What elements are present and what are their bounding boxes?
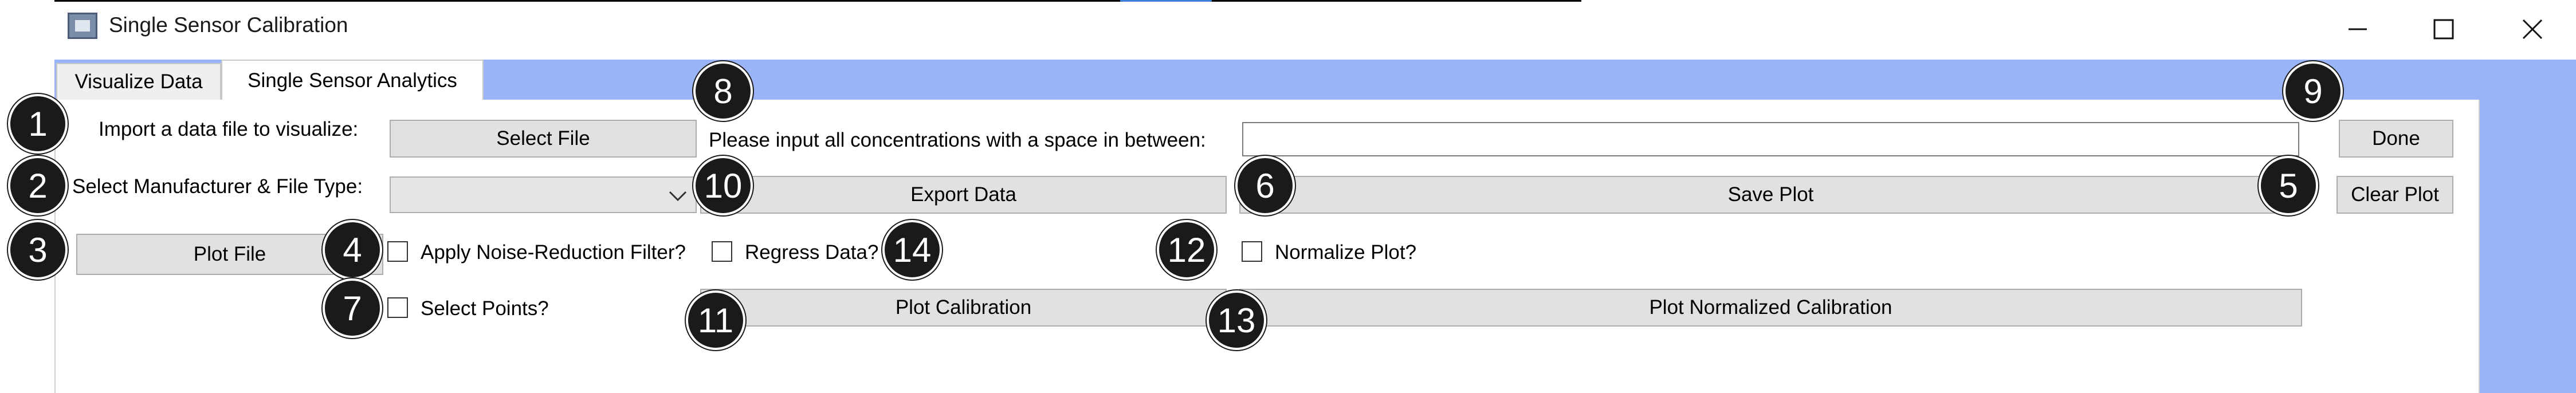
select-file-button[interactable]: Select File — [390, 120, 697, 158]
badge-7: 7 — [323, 278, 382, 338]
manufacturer-label: Select Manufacturer & File Type: — [72, 175, 363, 198]
badge-2: 2 — [8, 156, 68, 215]
noise-reduction-label: Apply Noise-Reduction Filter? — [421, 241, 686, 264]
right-background — [2480, 100, 2576, 393]
app-window-icon — [68, 13, 97, 39]
title-bar — [0, 2, 2576, 59]
manufacturer-select[interactable] — [390, 176, 697, 213]
plot-normalized-calibration-button[interactable]: Plot Normalized Calibration — [1239, 289, 2302, 327]
top-border-accent — [1120, 0, 1212, 2]
clear-plot-button[interactable]: Clear Plot — [2337, 176, 2453, 214]
minimize-icon — [2349, 28, 2367, 30]
regress-data-checkbox[interactable] — [712, 241, 732, 262]
top-border — [54, 0, 1581, 2]
badge-6: 6 — [1235, 156, 1295, 215]
badge-12: 12 — [1157, 220, 1216, 280]
close-button[interactable] — [2495, 6, 2570, 53]
tab-single-sensor-analytics[interactable]: Single Sensor Analytics — [221, 60, 484, 101]
concentrations-input[interactable] — [1242, 122, 2299, 156]
badge-4: 4 — [323, 220, 382, 280]
badge-9: 9 — [2283, 61, 2343, 121]
select-points-label: Select Points? — [421, 297, 549, 320]
regress-data-label: Regress Data? — [745, 241, 879, 264]
save-plot-button[interactable]: Save Plot — [1239, 176, 2302, 214]
import-file-label: Import a data file to visualize: — [99, 118, 359, 140]
badge-1: 1 — [8, 94, 68, 154]
close-icon — [2522, 19, 2543, 40]
select-points-checkbox[interactable] — [387, 297, 408, 318]
badge-3: 3 — [8, 220, 68, 280]
tab-visualize-data[interactable]: Visualize Data — [56, 63, 221, 101]
concentrations-label: Please input all concentrations with a s… — [709, 129, 1206, 151]
badge-5: 5 — [2259, 156, 2318, 215]
badge-10: 10 — [693, 156, 753, 215]
normalize-plot-checkbox[interactable] — [1242, 241, 1262, 262]
chevron-down-icon — [669, 191, 687, 202]
badge-13: 13 — [1207, 290, 1266, 350]
maximize-icon — [2433, 19, 2454, 40]
export-data-button[interactable]: Export Data — [700, 176, 1227, 214]
window-title: Single Sensor Calibration — [109, 13, 348, 37]
noise-reduction-checkbox[interactable] — [387, 241, 408, 262]
badge-8: 8 — [693, 61, 753, 121]
maximize-button[interactable] — [2406, 6, 2481, 53]
badge-14: 14 — [882, 220, 942, 280]
badge-11: 11 — [686, 290, 745, 350]
plot-calibration-button[interactable]: Plot Calibration — [700, 289, 1227, 327]
normalize-plot-label: Normalize Plot? — [1275, 241, 1417, 264]
done-button[interactable]: Done — [2339, 120, 2453, 158]
minimize-button[interactable] — [2320, 6, 2395, 53]
